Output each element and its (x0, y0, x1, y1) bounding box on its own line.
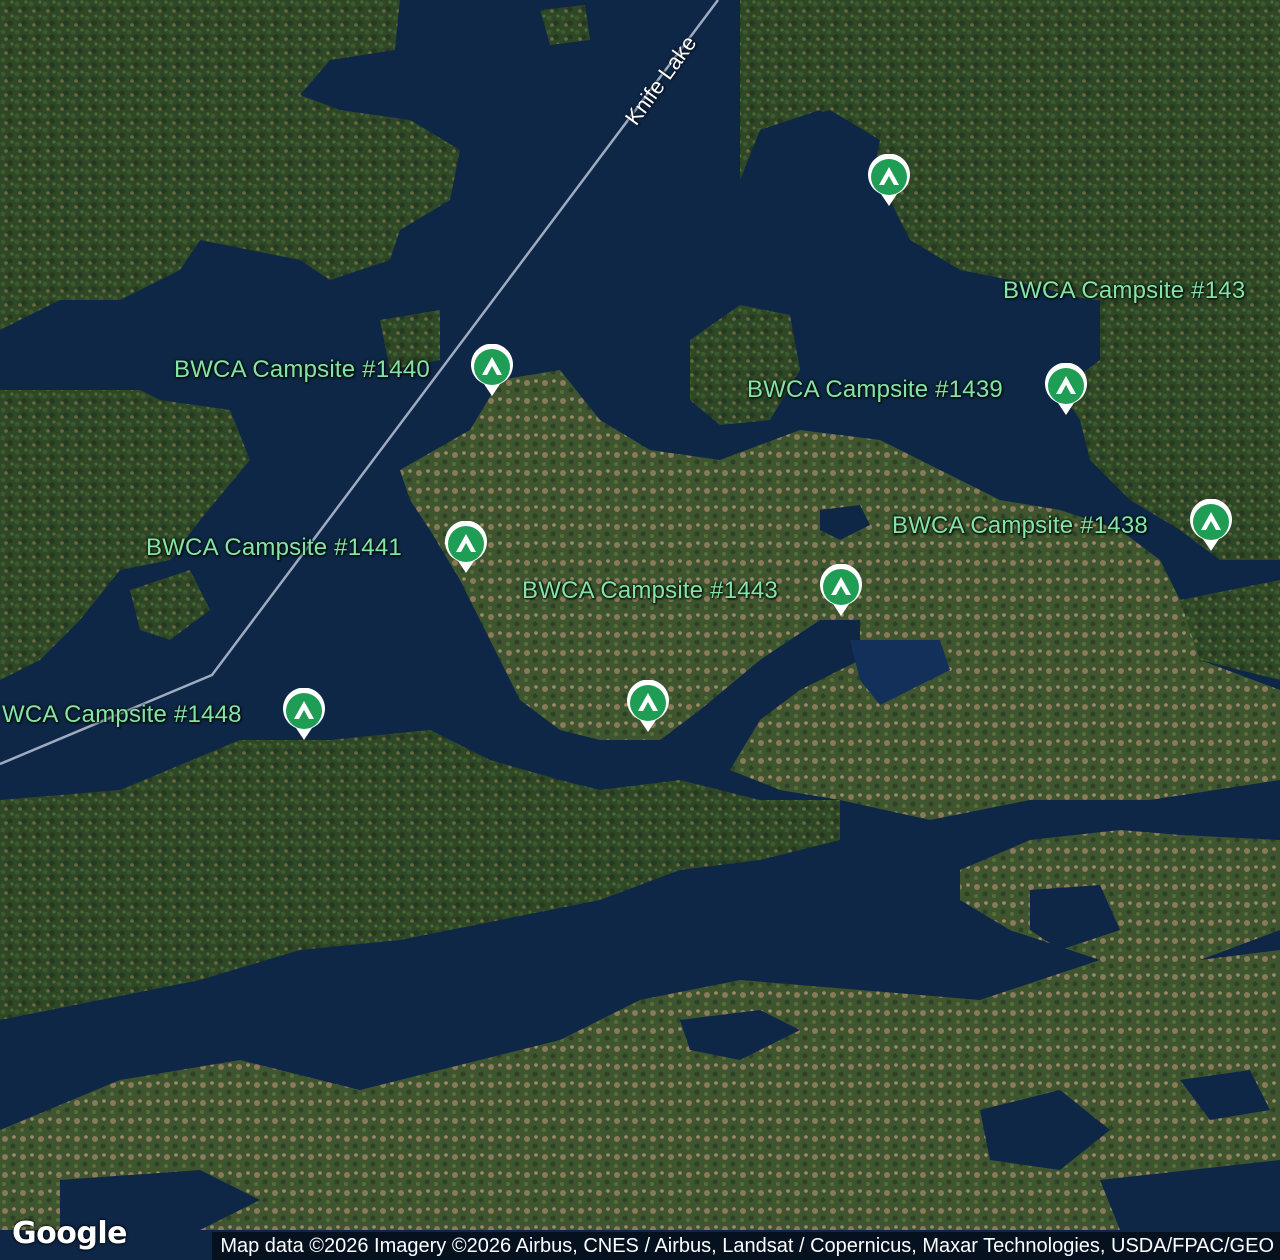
campsite-pin[interactable] (818, 564, 864, 618)
campsite-pin[interactable] (866, 154, 912, 208)
campsite-pin[interactable] (443, 521, 489, 575)
campsite-label[interactable]: BWCA Campsite #1438 (892, 512, 1148, 540)
campground-icon (627, 680, 669, 732)
campsite-pin[interactable] (469, 344, 515, 398)
campground-icon (1190, 499, 1232, 551)
satellite-map[interactable] (0, 0, 1280, 1260)
map-attribution[interactable]: Map data ©2026 Imagery ©2026 Airbus, CNE… (212, 1232, 1280, 1260)
campsite-label[interactable]: WCA Campsite #1448 (2, 701, 242, 729)
google-logo[interactable]: Google (12, 1216, 127, 1251)
campsite-pin[interactable] (625, 680, 671, 734)
campsite-label[interactable]: BWCA Campsite #1439 (747, 376, 1003, 404)
campground-icon (283, 688, 325, 740)
campsite-pin[interactable] (1043, 363, 1089, 417)
campsite-pin[interactable] (281, 688, 327, 742)
campsite-label[interactable]: BWCA Campsite #1441 (146, 534, 402, 562)
campsite-label[interactable]: BWCA Campsite #143 (1003, 277, 1245, 305)
campground-icon (820, 564, 862, 616)
campground-icon (1045, 363, 1087, 415)
campground-icon (445, 521, 487, 573)
campground-icon (868, 154, 910, 206)
campsite-label[interactable]: BWCA Campsite #1443 (522, 577, 778, 605)
campground-icon (471, 344, 513, 396)
campsite-pin[interactable] (1188, 499, 1234, 553)
campsite-label[interactable]: BWCA Campsite #1440 (174, 356, 430, 384)
